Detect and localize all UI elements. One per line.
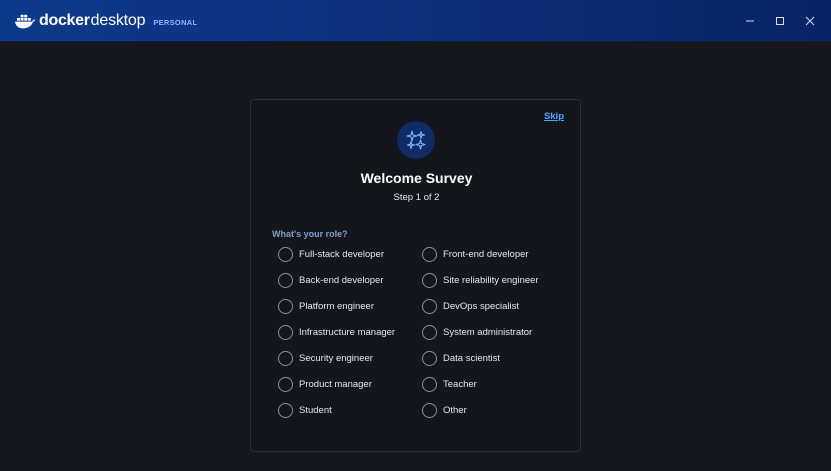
role-option-infrastructure-manager[interactable]: Infrastructure manager (278, 324, 395, 340)
role-option-platform-engineer[interactable]: Platform engineer (278, 298, 374, 314)
survey-step-indicator: Step 1 of 2 (393, 192, 440, 203)
radio-button[interactable] (278, 402, 293, 418)
role-option-devops-specialist[interactable]: DevOps specialist (422, 298, 519, 314)
role-option-student[interactable]: Student (278, 402, 332, 418)
role-option-label: Site reliability engineer (443, 274, 539, 286)
radio-button[interactable] (422, 324, 437, 340)
skip-link[interactable]: Skip (544, 111, 564, 122)
role-option-site-reliability-engineer[interactable]: Site reliability engineer (422, 272, 539, 288)
role-option-security-engineer[interactable]: Security engineer (278, 350, 373, 366)
close-icon (805, 16, 815, 26)
radio-button[interactable] (422, 272, 437, 288)
maximize-button[interactable] (770, 11, 790, 31)
role-option-system-administrator[interactable]: System administrator (422, 324, 532, 340)
survey-icon-badge (397, 121, 435, 159)
role-option-label: DevOps specialist (443, 300, 520, 312)
role-option-label: Product manager (299, 378, 372, 390)
radio-button[interactable] (422, 350, 437, 366)
role-option-data-scientist[interactable]: Data scientist (422, 350, 500, 366)
role-question-label: What's your role? (272, 229, 348, 239)
role-option-back-end-developer[interactable]: Back-end developer (278, 272, 384, 288)
radio-button[interactable] (278, 246, 293, 262)
docker-whale-icon (15, 14, 36, 29)
role-option-teacher[interactable]: Teacher (422, 376, 477, 392)
role-option-label: Back-end developer (299, 274, 384, 286)
role-option-front-end-developer[interactable]: Front-end developer (422, 246, 529, 262)
title-bar: docker desktop PERSONAL (0, 0, 831, 42)
radio-button[interactable] (278, 324, 293, 340)
minimize-button[interactable] (740, 11, 760, 31)
close-window-button[interactable] (800, 11, 820, 31)
maximize-icon (776, 17, 784, 25)
brand-desktop-text: desktop (90, 12, 146, 29)
role-option-full-stack-developer[interactable]: Full-stack developer (278, 246, 384, 262)
radio-button[interactable] (278, 376, 293, 392)
brand-docker-text: docker (39, 12, 90, 29)
radio-button[interactable] (422, 376, 437, 392)
role-option-label: Security engineer (299, 352, 373, 364)
survey-title: Welcome Survey (360, 170, 473, 186)
radio-button[interactable] (422, 246, 437, 262)
minimize-icon (746, 20, 754, 22)
role-option-label: Other (443, 404, 467, 416)
subscription-tier-badge: PERSONAL (153, 17, 198, 27)
role-option-product-manager[interactable]: Product manager (278, 376, 372, 392)
role-option-label: Teacher (443, 378, 477, 390)
radio-button[interactable] (278, 272, 293, 288)
role-option-label: Infrastructure manager (299, 326, 396, 338)
role-option-label: Full-stack developer (299, 248, 385, 260)
radio-button[interactable] (278, 298, 293, 314)
role-option-label: Student (299, 404, 332, 416)
radio-button[interactable] (422, 402, 437, 418)
role-option-label: System administrator (443, 326, 533, 338)
role-option-label: Data scientist (443, 352, 501, 364)
role-option-label: Platform engineer (299, 300, 374, 312)
role-option-label: Front-end developer (443, 248, 529, 260)
welcome-survey-card: Skip Welcome Survey Step 1 of 2 What's y… (250, 99, 581, 452)
role-option-other[interactable]: Other (422, 402, 467, 418)
sparkles-icon (406, 130, 426, 150)
docker-desktop-logo: docker desktop PERSONAL (14, 11, 197, 31)
radio-button[interactable] (278, 350, 293, 366)
radio-button[interactable] (422, 298, 437, 314)
